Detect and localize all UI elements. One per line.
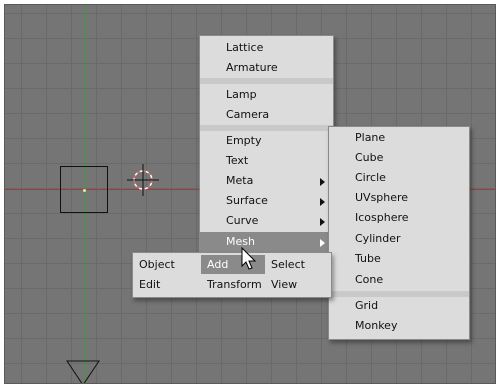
- menu-item-grid[interactable]: Grid: [329, 296, 469, 316]
- menu-item-circle[interactable]: Circle: [329, 168, 469, 188]
- menu-item-label: Cube: [355, 151, 384, 164]
- menu-item-label: Cone: [355, 273, 384, 286]
- mesh-submenu: Plane Cube Circle UVsphere Icosphere Cyl…: [328, 126, 470, 340]
- menu-item-lattice[interactable]: Lattice: [200, 38, 333, 58]
- menu-item-meta[interactable]: Meta: [200, 171, 333, 191]
- submenu-arrow-icon: [320, 218, 325, 226]
- menu-item-surface[interactable]: Surface: [200, 191, 333, 211]
- menu-item-label: Circle: [355, 171, 386, 184]
- menu-item-label: Icosphere: [355, 211, 409, 224]
- menu-item-curve[interactable]: Curve: [200, 211, 333, 231]
- menu-item-text[interactable]: Text: [200, 151, 333, 171]
- menu-label: Object: [139, 258, 175, 271]
- menu-item-label: Camera: [226, 108, 270, 121]
- submenu-arrow-icon: [320, 178, 325, 186]
- menu-label: View: [271, 278, 298, 291]
- menu-item-label: Tube: [355, 252, 381, 265]
- menu-item-label: Empty: [226, 134, 262, 147]
- menu-item-label: Grid: [355, 299, 379, 312]
- camera-object-icon[interactable]: [65, 359, 101, 384]
- menu-view[interactable]: View: [265, 275, 331, 294]
- menu-item-camera[interactable]: Camera: [200, 105, 333, 125]
- menu-label: Add: [207, 258, 229, 271]
- menu-item-label: Monkey: [355, 319, 398, 332]
- 3d-cursor-icon: [127, 164, 159, 196]
- menu-item-cylinder[interactable]: Cylinder: [329, 229, 469, 249]
- mouse-pointer-icon: [241, 247, 257, 270]
- cube-object[interactable]: [60, 166, 108, 213]
- submenu-arrow-icon: [320, 198, 325, 206]
- menu-item-monkey[interactable]: Monkey: [329, 316, 469, 336]
- menu-item-label: UVsphere: [355, 191, 409, 204]
- submenu-arrow-icon: [320, 239, 325, 247]
- menu-item-label: Surface: [226, 194, 268, 207]
- menu-item-empty[interactable]: Empty: [200, 131, 333, 151]
- menu-item-tube[interactable]: Tube: [329, 249, 469, 269]
- menu-item-plane[interactable]: Plane: [329, 128, 469, 148]
- menu-item-label: Lamp: [226, 88, 257, 101]
- menu-item-label: Cylinder: [355, 232, 401, 245]
- menu-item-label: Curve: [226, 214, 259, 227]
- menu-item-label: Plane: [355, 131, 386, 144]
- menu-item-lamp[interactable]: Lamp: [200, 85, 333, 105]
- menu-item-uvsphere[interactable]: UVsphere: [329, 188, 469, 208]
- menu-transform[interactable]: Transform: [201, 275, 265, 294]
- menu-item-label: Armature: [226, 61, 278, 74]
- menu-item-label: Lattice: [226, 41, 264, 54]
- menu-select[interactable]: Select: [265, 255, 331, 274]
- menu-item-cone[interactable]: Cone: [329, 270, 469, 290]
- menu-object[interactable]: Object: [133, 255, 201, 274]
- menu-item-armature[interactable]: Armature: [200, 58, 333, 78]
- menu-edit[interactable]: Edit: [133, 275, 201, 294]
- menu-item-label: Meta: [226, 174, 254, 187]
- add-submenu: Lattice Armature Lamp Camera Empty Text …: [199, 35, 334, 256]
- menu-label: Select: [271, 258, 305, 271]
- menu-label: Edit: [139, 278, 161, 291]
- menu-item-mesh[interactable]: Mesh: [200, 232, 333, 252]
- menu-separator: [200, 78, 333, 84]
- menu-item-cube[interactable]: Cube: [329, 148, 469, 168]
- menu-item-icosphere[interactable]: Icosphere: [329, 208, 469, 228]
- menu-label: Transform: [207, 278, 262, 291]
- toolbox-menu: Object Add Select Edit Transform View: [132, 252, 332, 298]
- object-origin-dot: [83, 189, 86, 192]
- menu-item-label: Text: [226, 154, 249, 167]
